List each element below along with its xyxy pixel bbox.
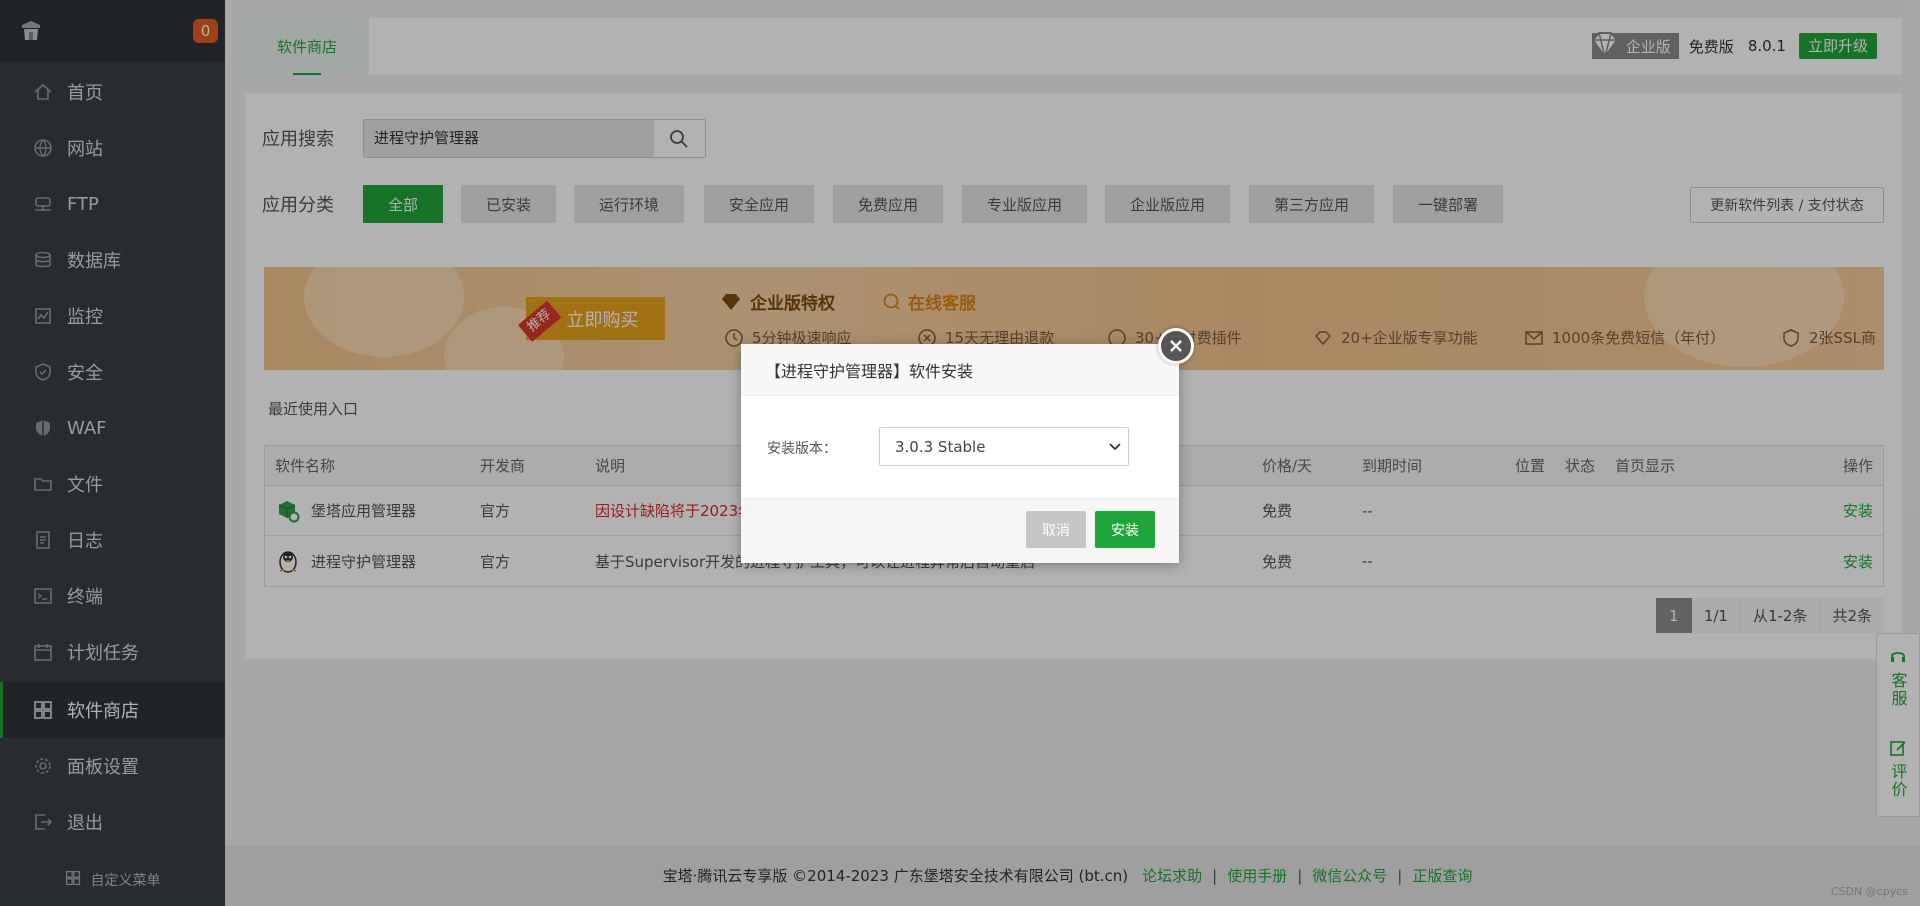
version-select-value: 3.0.3 Stable xyxy=(895,437,986,456)
version-select[interactable]: 3.0.3 Stable xyxy=(879,427,1129,466)
cancel-button[interactable]: 取消 xyxy=(1026,511,1086,548)
dialog-body: 安装版本： 3.0.3 Stable xyxy=(741,396,1179,498)
install-dialog: 【进程守护管理器】软件安装 安装版本： 3.0.3 Stable 取消 安装 xyxy=(741,328,1194,563)
version-label: 安装版本： xyxy=(767,441,837,457)
dialog-title: 【进程守护管理器】软件安装 xyxy=(741,344,1179,396)
close-button[interactable] xyxy=(1158,328,1194,364)
dialog-footer: 取消 安装 xyxy=(741,498,1179,563)
chevron-down-icon xyxy=(1109,443,1121,451)
install-button[interactable]: 安装 xyxy=(1095,511,1155,548)
close-icon xyxy=(1170,340,1182,352)
